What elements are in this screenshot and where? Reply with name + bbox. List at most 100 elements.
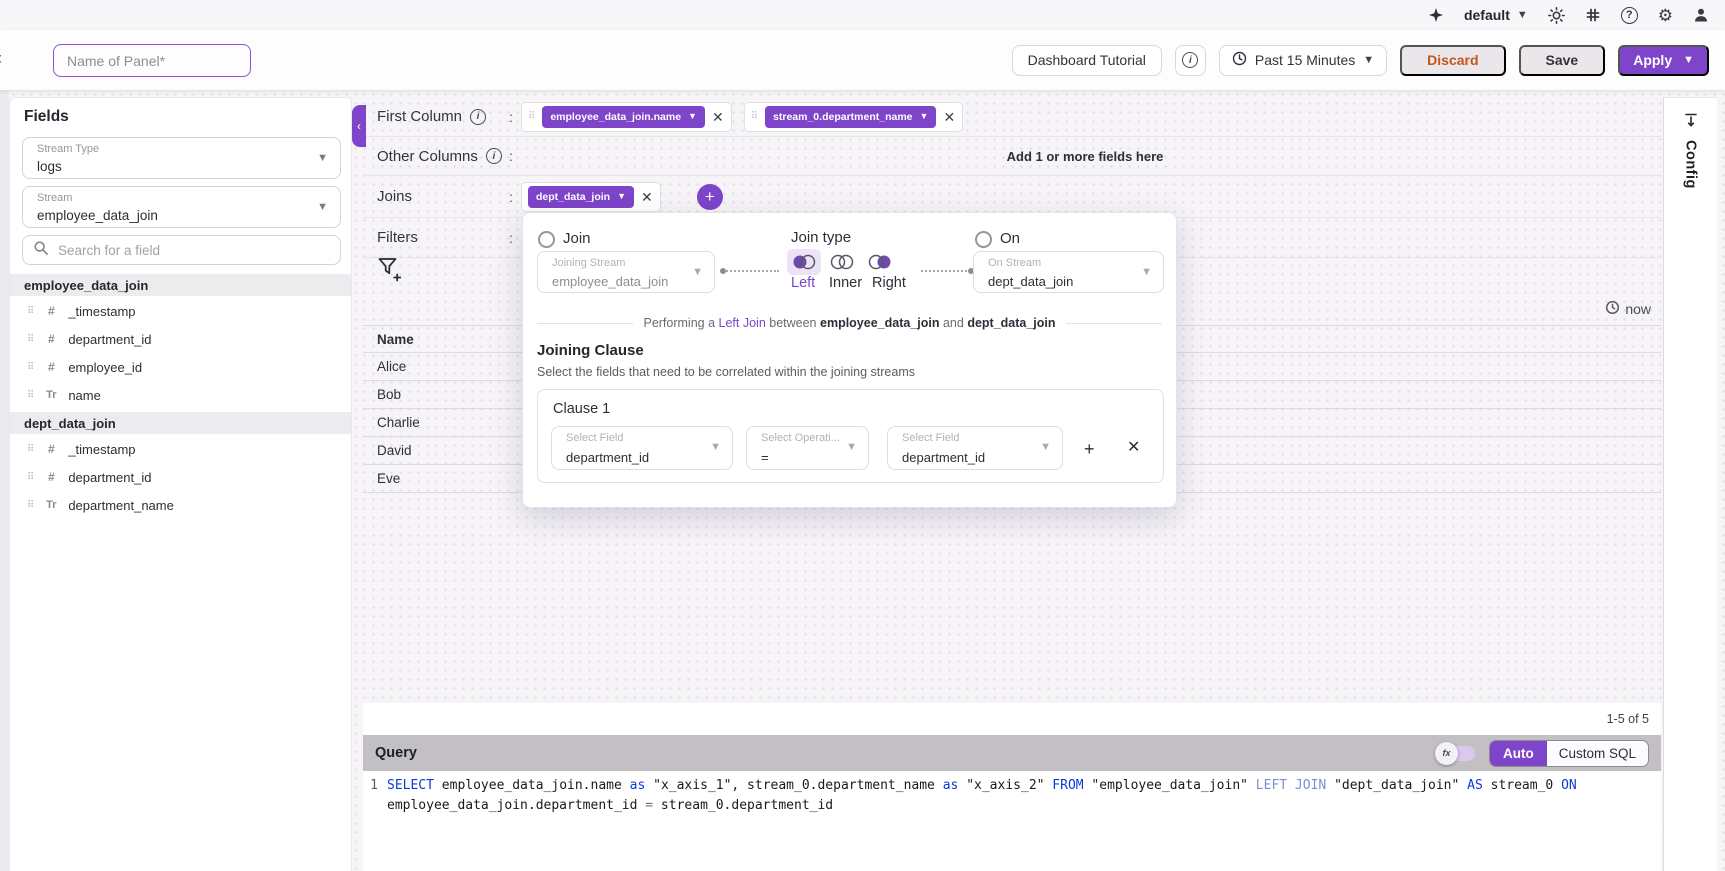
join-type-right-label[interactable]: Right xyxy=(872,275,906,291)
field-row[interactable]: ⠿ Tr department_name xyxy=(10,491,351,519)
chip-remove-button[interactable]: ✕ xyxy=(641,190,653,204)
info-icon: i xyxy=(470,108,487,125)
function-toggle[interactable]: fx xyxy=(1434,741,1475,765)
stream-select[interactable]: Stream employee_data_join ▼ xyxy=(22,186,341,228)
clause-field1-label: Select Field xyxy=(566,432,624,444)
query-bar: Query fx Auto Custom SQL xyxy=(363,735,1661,771)
remove-clause-button[interactable]: ✕ xyxy=(1127,440,1140,456)
join-type-inner-label[interactable]: Inner xyxy=(829,275,862,291)
discard-button[interactable]: Discard xyxy=(1400,44,1506,76)
clause-operator-select[interactable]: Select Operati... = ▼ xyxy=(746,426,869,470)
connector-line-left xyxy=(720,268,779,274)
chevron-down-icon: ▼ xyxy=(919,111,929,121)
now-label: now xyxy=(1625,301,1651,317)
join-type-left-label[interactable]: Left xyxy=(791,275,815,291)
add-clause-button[interactable]: + xyxy=(1084,440,1095,458)
joining-stream-label: Joining Stream xyxy=(552,257,626,269)
field-name: department_id xyxy=(68,331,152,347)
column-header-label: Name xyxy=(377,331,414,347)
field-search-input[interactable] xyxy=(58,242,330,258)
config-label: Config xyxy=(1682,140,1699,189)
clock-icon xyxy=(1605,300,1620,318)
joining-stream-select[interactable]: Joining Stream employee_data_join ▼ xyxy=(537,251,715,293)
tab-auto[interactable]: Auto xyxy=(1489,740,1547,766)
collapse-sidebar-button[interactable]: ‹ xyxy=(352,105,366,147)
info-button[interactable]: i xyxy=(1174,44,1206,76)
field-type-number-icon: # xyxy=(47,470,55,484)
stream-type-select[interactable]: Stream Type logs ▼ xyxy=(22,137,341,179)
config-rail[interactable]: Config xyxy=(1663,97,1717,871)
venn-right-icon xyxy=(868,254,891,270)
org-selector[interactable]: default ▼ xyxy=(1464,7,1528,23)
panel-toolbar: ‹ Dashboard Tutorial i Past 15 Minutes ▼… xyxy=(0,30,1725,90)
join-chip[interactable]: dept_data_join ▼ xyxy=(528,185,635,208)
field-group-name: dept_data_join xyxy=(24,415,116,431)
join-chip-container: dept_data_join ▼ ✕ xyxy=(521,181,661,212)
chip-remove-button[interactable]: ✕ xyxy=(943,110,955,124)
field-row[interactable]: ⠿ # _timestamp xyxy=(10,435,351,463)
join-type-left-button[interactable] xyxy=(787,249,821,275)
stream-value: employee_data_join xyxy=(37,208,158,223)
apply-button[interactable]: Apply ▼ xyxy=(1618,44,1709,76)
field-chip-label: employee_data_join.name xyxy=(550,110,682,123)
fields-sidebar: Fields Stream Type logs ▼ Stream employe… xyxy=(9,97,352,871)
window-scroll-strip xyxy=(0,90,9,871)
other-columns-label-group: Other Columns i xyxy=(377,148,502,165)
field-chip-container: ⠿ employee_data_join.name ▼ ✕ xyxy=(521,101,732,132)
drag-handle-icon: ⠿ xyxy=(27,361,35,373)
theme-sun-icon[interactable] xyxy=(1547,6,1565,24)
field-group-header: dept_data_join xyxy=(10,412,351,434)
join-type-right-button[interactable] xyxy=(863,249,897,275)
field-row[interactable]: ⠿ # department_id xyxy=(10,463,351,491)
save-button[interactable]: Save xyxy=(1518,44,1606,76)
field-search xyxy=(22,235,341,265)
join-radio[interactable] xyxy=(538,231,555,248)
gear-icon[interactable]: ⚙ xyxy=(1658,7,1673,24)
chevron-down-icon: ▼ xyxy=(846,441,857,453)
field-type-number-icon: # xyxy=(47,332,55,346)
info-icon: i xyxy=(1182,52,1199,68)
field-row[interactable]: ⠿ # employee_id xyxy=(10,353,351,381)
sql-line-2: employee_data_join.department_id = strea… xyxy=(363,796,1661,816)
time-range-label: Past 15 Minutes xyxy=(1254,52,1356,68)
field-type-text-icon: Tr xyxy=(46,389,57,401)
sparkle-ai-icon[interactable] xyxy=(1428,7,1444,23)
field-chip[interactable]: stream_0.department_name ▼ xyxy=(765,105,937,128)
chip-drag-handle-icon[interactable]: ⠿ xyxy=(751,111,758,122)
field-row[interactable]: ⠿ # department_id xyxy=(10,325,351,353)
apply-button-label: Apply xyxy=(1633,52,1673,68)
sql-editor[interactable]: 1 SELECT employee_data_join.name as "x_a… xyxy=(363,771,1661,871)
slack-icon[interactable] xyxy=(1585,7,1601,23)
help-icon[interactable]: ? xyxy=(1620,6,1638,24)
field-chip-container: ⠿ stream_0.department_name ▼ ✕ xyxy=(743,101,964,132)
field-row[interactable]: ⠿ # _timestamp xyxy=(10,297,351,325)
back-icon[interactable]: ‹ xyxy=(0,48,2,69)
drag-handle-icon: ⠿ xyxy=(27,471,35,483)
query-title: Query xyxy=(375,745,417,761)
on-radio[interactable] xyxy=(975,231,992,248)
add-filter-button[interactable] xyxy=(378,257,403,288)
time-range-button[interactable]: Past 15 Minutes ▼ xyxy=(1218,44,1388,76)
user-icon[interactable] xyxy=(1693,7,1709,23)
divider-line xyxy=(1065,322,1163,324)
fields-title: Fields xyxy=(24,108,69,125)
add-join-button[interactable]: + xyxy=(696,183,723,210)
chip-remove-button[interactable]: ✕ xyxy=(712,110,724,124)
chip-drag-handle-icon[interactable]: ⠿ xyxy=(528,111,535,122)
clause-field1-select[interactable]: Select Field department_id ▼ xyxy=(551,426,733,470)
venn-left-icon xyxy=(793,254,816,270)
field-row[interactable]: ⠿ Tr name xyxy=(10,381,351,409)
on-stream-select[interactable]: On Stream dept_data_join ▼ xyxy=(973,251,1164,293)
dashboard-name-button[interactable]: Dashboard Tutorial xyxy=(1011,44,1162,76)
cell-name: Bob xyxy=(377,387,402,402)
join-type-inner-button[interactable] xyxy=(825,249,859,275)
cell-name: Eve xyxy=(377,471,401,486)
org-selector-label: default xyxy=(1463,7,1510,23)
panel-name-input[interactable] xyxy=(53,44,251,77)
field-chip[interactable]: employee_data_join.name ▼ xyxy=(542,105,705,128)
tab-custom-sql[interactable]: Custom SQL xyxy=(1547,741,1648,766)
chevron-down-icon: ▼ xyxy=(1683,53,1694,66)
clause-field2-select[interactable]: Select Field department_id ▼ xyxy=(887,426,1063,470)
clause-operator-label: Select Operati... xyxy=(761,432,840,444)
chevron-down-icon: ▼ xyxy=(317,201,328,213)
